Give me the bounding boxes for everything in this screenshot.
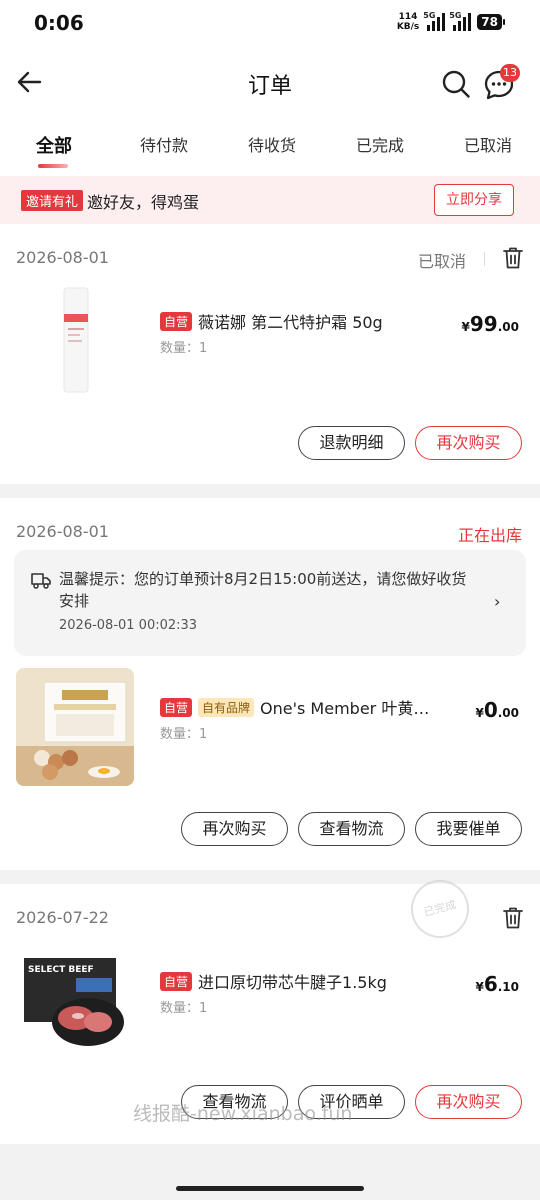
status-icons: 114 KB/s 5G 5G 78 [397,11,505,32]
clock: 0:06 [34,11,84,35]
egg-box-image [16,668,134,786]
notice-time: 2026-08-01 00:02:33 [59,618,198,633]
trash-icon[interactable] [502,906,524,930]
watermark: 线报酷-new.xianbao.fun [133,1103,353,1125]
product-image[interactable] [16,278,134,396]
order-status: 已取消 [418,252,467,271]
self-operated-tag: 自营 [160,971,193,991]
speed-value: 114 [398,12,418,22]
search-icon[interactable] [440,68,472,100]
refund-detail-button[interactable]: 退款明细 [298,426,405,460]
tab-completed[interactable]: 已完成 [356,132,404,156]
notice-text: 温馨提示：您的订单预计8月2日15:00前送达，请您做好收货安排 [59,570,467,610]
product-quantity: 数量：1 [160,1001,208,1016]
product-name: 薇诺娜 第二代特护霜 50g [198,313,383,332]
product-price: ¥6.10 [475,972,519,996]
tab-cancelled[interactable]: 已取消 [464,132,512,156]
product-name: One's Member 叶黄… [260,699,430,718]
network-speed: 114 KB/s [397,12,419,32]
message-badge: 13 [500,64,520,82]
self-operated-tag: 自营 [160,697,193,717]
speed-unit: KB/s [396,22,420,32]
beef-package-image: SELECT BEEF [16,944,134,1054]
tab-pending-payment[interactable]: 待付款 [140,132,188,156]
divider [484,252,485,266]
active-tab-indicator [38,164,68,168]
product-title[interactable]: 自营 薇诺娜 第二代特护霜 50g [160,309,383,333]
order-date: 2026-07-22 [16,908,109,927]
order-date: 2026-08-01 [16,522,109,541]
product-image[interactable] [16,668,134,786]
view-logistics-button[interactable]: 查看物流 [298,812,405,846]
product-name: 进口原切带芯牛腱子1.5kg [198,973,387,992]
order-status: 正在出库 [458,526,523,545]
chevron-right-icon: › [494,592,501,611]
product-price: ¥0.00 [475,698,519,722]
package-label: SELECT BEEF [28,965,94,975]
truck-icon [31,573,51,589]
network-type: 5G [449,11,462,20]
signal-icon: 5G [423,11,446,31]
product-title[interactable]: 自营 进口原切带芯牛腱子1.5kg [160,969,387,993]
tab-bar: 全部 待付款 待收货 已完成 已取消 [0,122,540,176]
order-card: 2026-08-01 已取消 自营 薇诺娜 第二代特护霜 50g 数量：1 ¥9… [0,224,540,484]
own-brand-tag: 自有品牌 [198,697,255,717]
urge-order-button[interactable]: 我要催单 [415,812,522,846]
tab-pending-receipt[interactable]: 待收货 [248,132,296,156]
self-operated-tag: 自营 [160,311,193,331]
invite-tag: 邀请有礼 [21,190,84,211]
buy-again-button[interactable]: 再次购买 [181,812,288,846]
buy-again-button[interactable]: 再次购买 [415,426,522,460]
invite-banner: 邀请有礼 邀好友，得鸡蛋 立即分享 [0,176,540,224]
order-date: 2026-08-01 [16,248,109,267]
status-bar: 0:06 114 KB/s 5G 5G 78 [0,0,540,46]
battery-icon: 78 [477,14,505,30]
trash-icon[interactable] [502,246,524,270]
product-title[interactable]: 自营 自有品牌 One's Member 叶黄… [160,695,429,719]
network-type: 5G [423,11,436,20]
tab-all[interactable]: 全部 [36,132,72,158]
buy-again-button[interactable]: 再次购买 [415,1085,522,1119]
product-quantity: 数量：1 [160,341,208,356]
order-card: 2026-08-01 正在出库 温馨提示：您的订单预计8月2日15:00前送达，… [0,498,540,870]
delivery-notice[interactable]: 温馨提示：您的订单预计8月2日15:00前送达，请您做好收货安排 2026-08… [14,550,526,656]
product-quantity: 数量：1 [160,727,208,742]
home-indicator[interactable] [176,1186,364,1191]
cream-tube-image [16,278,134,396]
share-button[interactable]: 立即分享 [434,184,514,216]
signal-icon: 5G [449,11,472,31]
product-image[interactable]: SELECT BEEF [16,944,134,1054]
product-price: ¥99.00 [461,312,519,336]
invite-text: 邀好友，得鸡蛋 [87,193,200,212]
header: 订单 [0,46,540,122]
